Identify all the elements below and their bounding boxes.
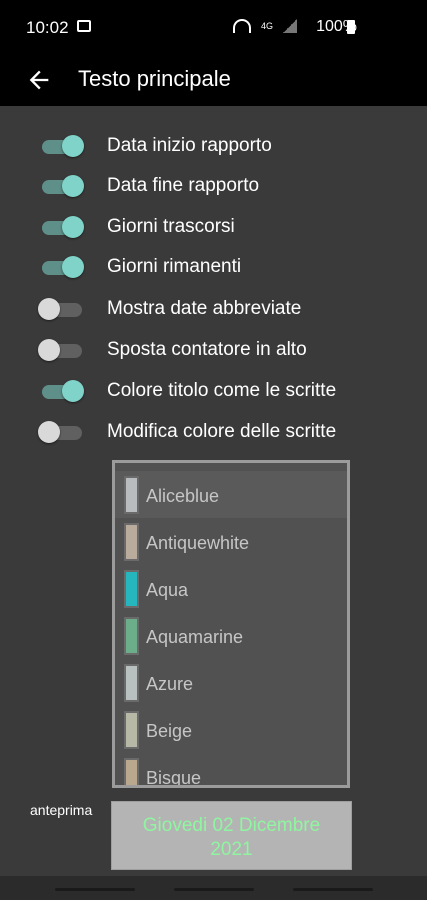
color-picker-list[interactable]: Aliceblue Antiquewhite Aqua Aquamarine Azure… (112, 460, 350, 788)
setting-row[interactable]: Data fine rapporto (0, 166, 427, 206)
color-swatch (124, 758, 139, 785)
color-name: Beige (146, 721, 193, 741)
setting-label: Giorni trascorsi (107, 216, 235, 237)
preview-box: Giovedi 02 Dicembre 2021 (111, 801, 352, 870)
toggle-switch[interactable] (38, 298, 86, 320)
signal-icon (283, 19, 298, 33)
setting-label: Data fine rapporto (107, 175, 260, 196)
setting-row[interactable]: Mostra date abbreviate (0, 289, 427, 329)
toggle-switch[interactable] (38, 135, 86, 157)
color-swatch (124, 617, 139, 655)
color-name: Antiquewhite (146, 533, 250, 553)
toggle-thumb (62, 175, 84, 197)
color-swatch (124, 523, 139, 561)
toggle-thumb (62, 380, 84, 402)
toggle-switch[interactable] (38, 339, 86, 361)
setting-row[interactable]: Colore titolo come le scritte (0, 371, 427, 411)
setting-label: Modifica colore delle scritte (107, 421, 337, 442)
toggle-thumb (62, 216, 84, 238)
color-name: Bisque (146, 768, 202, 788)
page-title: Testo principale (78, 66, 231, 91)
color-swatch (124, 664, 139, 702)
nav-recent-button[interactable] (55, 888, 135, 891)
network-type: 4G (261, 20, 274, 31)
toggle-switch[interactable] (38, 380, 86, 402)
hotspot-icon (233, 19, 251, 33)
color-option[interactable]: Aqua (115, 565, 347, 612)
setting-row[interactable]: Sposta contatore in alto (0, 330, 427, 370)
setting-label: Colore titolo come le scritte (107, 380, 337, 401)
color-name: Azure (146, 674, 194, 694)
setting-row[interactable]: Giorni trascorsi (0, 207, 427, 247)
toggle-switch[interactable] (38, 175, 86, 197)
toggle-thumb (62, 135, 84, 157)
setting-label: Giorni rimanenti (107, 256, 242, 277)
color-option[interactable]: Antiquewhite (115, 518, 347, 565)
setting-label: Sposta contatore in alto (107, 339, 307, 360)
setting-row[interactable]: Giorni rimanenti (0, 247, 427, 287)
setting-label: Mostra date abbreviate (107, 298, 302, 319)
battery-icon (347, 20, 355, 34)
setting-label: Data inizio rapporto (107, 135, 272, 156)
color-option[interactable]: Beige (115, 706, 347, 753)
color-name: Aqua (146, 580, 189, 600)
color-option[interactable]: Azure (115, 659, 347, 706)
color-swatch (124, 476, 139, 514)
color-option[interactable]: Aliceblue (115, 471, 347, 518)
color-swatch (124, 711, 139, 749)
color-name: Aquamarine (146, 627, 244, 647)
setting-row[interactable]: Modifica colore delle scritte (0, 412, 427, 452)
preview-line2: 2021 (210, 839, 253, 860)
toggle-thumb (38, 339, 60, 361)
status-bar: 10:02 4G 100% (0, 0, 427, 56)
toggle-thumb (62, 256, 84, 278)
toggle-switch[interactable] (38, 216, 86, 238)
nav-back-button[interactable] (293, 888, 373, 891)
navigation-bar (0, 876, 427, 900)
gallery-icon (77, 20, 91, 32)
toggle-thumb (38, 421, 60, 443)
toggle-switch[interactable] (38, 256, 86, 278)
color-option[interactable]: Aquamarine (115, 612, 347, 659)
setting-row[interactable]: Data inizio rapporto (0, 126, 427, 166)
color-name: Aliceblue (146, 486, 220, 506)
color-option[interactable]: Bisque (115, 753, 347, 788)
preview-line1: Giovedi 02 Dicembre (142, 815, 321, 836)
nav-home-button[interactable] (174, 888, 254, 891)
app-bar: Testo principale (0, 56, 427, 106)
status-time: 10:02 (26, 18, 69, 37)
back-arrow-icon[interactable] (25, 66, 53, 94)
toggle-switch[interactable] (38, 421, 86, 443)
toggle-thumb (38, 298, 60, 320)
status-icons: 4G (233, 19, 298, 33)
color-swatch (124, 570, 139, 608)
preview-label: anteprima (30, 802, 93, 818)
